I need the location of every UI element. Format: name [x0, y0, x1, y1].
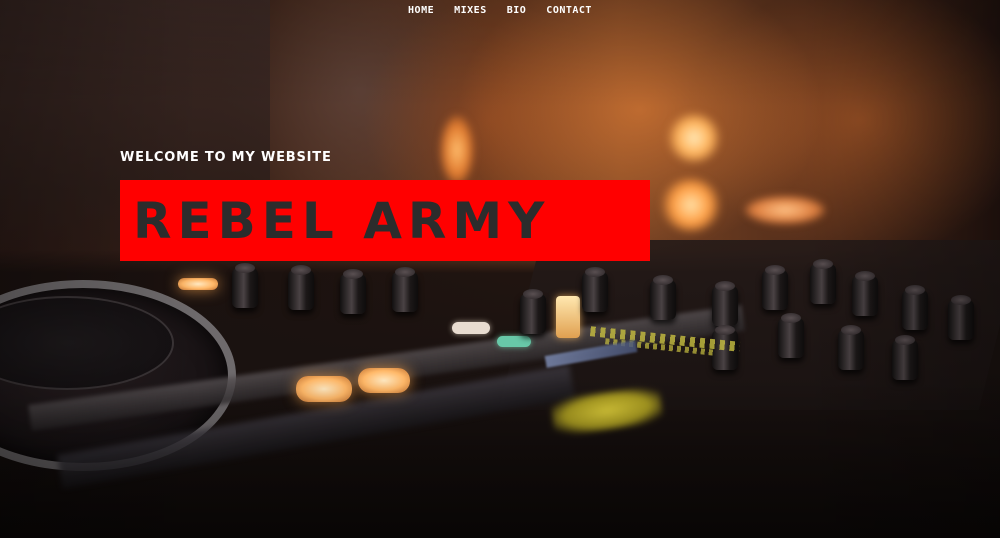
site-title: REBEL ARMY — [133, 191, 551, 250]
mixer-knob — [392, 267, 418, 312]
mixer-pad — [452, 322, 490, 334]
mixer-pad — [497, 336, 531, 347]
bokeh-light — [745, 196, 825, 224]
mixer-knob — [520, 289, 546, 334]
mixer-knob — [892, 335, 918, 380]
bokeh-light — [440, 115, 474, 185]
title-banner: REBEL ARMY — [120, 180, 650, 261]
mixer-knob — [762, 265, 788, 310]
nav-contact-link[interactable]: CONTACT — [546, 4, 592, 18]
nav-bio-link[interactable]: BIO — [507, 4, 527, 18]
mixer-knob — [650, 275, 676, 320]
hero-section: HOME MIXES BIO CONTACT WELCOME TO MY WEB… — [0, 0, 1000, 538]
bokeh-light — [660, 178, 722, 232]
mixer-knob — [582, 267, 608, 312]
mixer-knob — [232, 263, 258, 308]
mixer-knob — [288, 265, 314, 310]
mixer-pad — [178, 278, 218, 290]
bokeh-light — [667, 113, 721, 163]
mixer-pad — [358, 368, 410, 393]
mixer-knob — [902, 285, 928, 330]
mixer-knob — [340, 269, 366, 314]
mixer-knob — [778, 313, 804, 358]
mixer-knob — [838, 325, 864, 370]
mixer-knob — [852, 271, 878, 316]
mixer-knob — [948, 295, 974, 340]
mixer-pad — [296, 376, 352, 402]
welcome-kicker: WELCOME TO MY WEBSITE — [120, 150, 332, 165]
mixer-knob — [712, 281, 738, 326]
mixer-knob — [810, 259, 836, 304]
nav-home-link[interactable]: HOME — [408, 4, 434, 18]
mixer-pad — [556, 296, 580, 338]
main-nav: HOME MIXES BIO CONTACT — [0, 4, 1000, 18]
nav-mixes-link[interactable]: MIXES — [454, 4, 487, 18]
